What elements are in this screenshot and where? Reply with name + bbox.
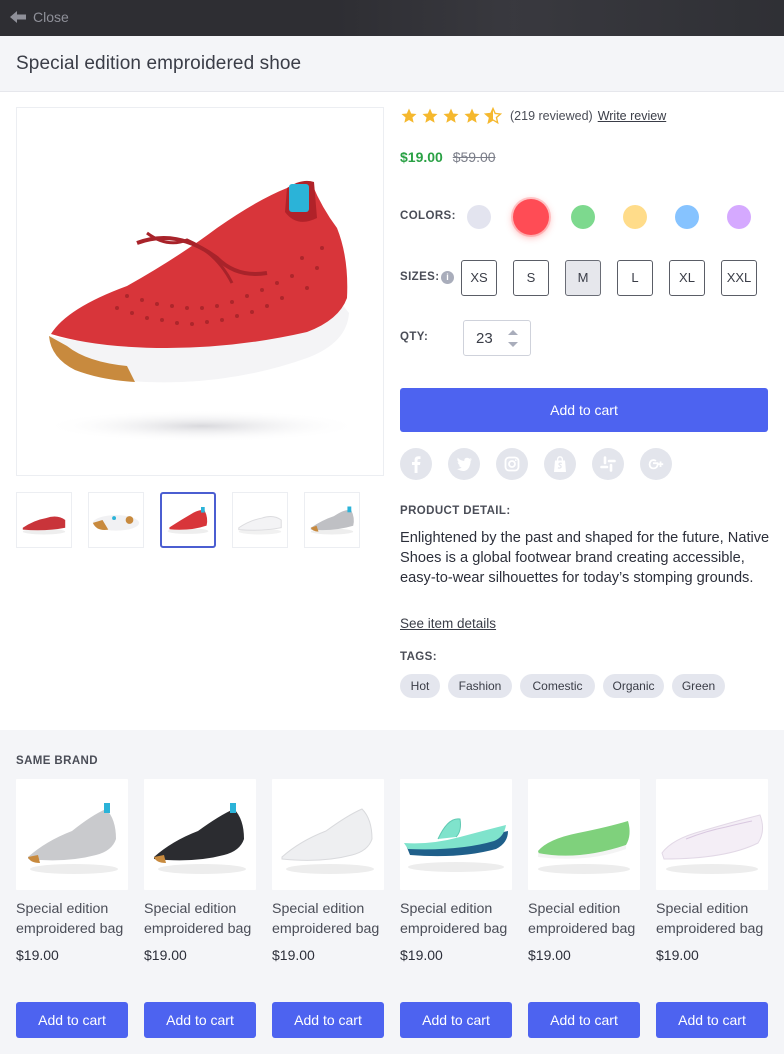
quantity-stepper[interactable]: 23 xyxy=(463,320,531,356)
color-swatch[interactable] xyxy=(623,205,647,229)
product-card-image[interactable] xyxy=(144,779,256,890)
thumbnail-red-shoe-side[interactable] xyxy=(16,492,72,548)
product-card[interactable]: Special edition emproidered bag $19.00 A… xyxy=(144,779,256,1038)
twitter-icon[interactable] xyxy=(448,448,480,480)
color-swatch[interactable] xyxy=(571,205,595,229)
product-detail-text: Enlightened by the past and shaped for t… xyxy=(400,530,770,586)
back-arrow-icon xyxy=(10,11,26,23)
google-plus-icon[interactable] xyxy=(640,448,672,480)
product-card-add-to-cart-button[interactable]: Add to cart xyxy=(400,1002,512,1038)
product-card-name[interactable]: Special edition emproidered bag xyxy=(528,899,640,939)
rating-stars xyxy=(400,107,502,125)
product-card-add-to-cart-button[interactable]: Add to cart xyxy=(144,1002,256,1038)
product-card-add-to-cart-button[interactable]: Add to cart xyxy=(272,1002,384,1038)
product-card[interactable]: Special edition emproidered bag $19.00 A… xyxy=(528,779,640,1038)
thumbnail-strip xyxy=(16,492,384,550)
product-card-name[interactable]: Special edition emproidered bag xyxy=(400,899,512,939)
product-detail-label: PRODUCT DETAIL: xyxy=(400,505,511,517)
shopify-icon[interactable] xyxy=(544,448,576,480)
star-full-icon xyxy=(401,108,417,123)
increment-arrow-icon[interactable] xyxy=(507,328,519,336)
tag-comestic[interactable]: Comestic xyxy=(520,674,595,698)
price-block: $19.00 $59.00 xyxy=(400,149,496,165)
see-item-details-link[interactable]: See item details xyxy=(400,616,496,631)
star-full-icon xyxy=(422,108,438,123)
original-price: $59.00 xyxy=(452,149,496,165)
product-card[interactable]: Special edition emproidered bag $19.00 A… xyxy=(656,779,768,1038)
size-option[interactable]: L xyxy=(617,260,653,296)
product-card-price: $19.00 xyxy=(16,947,59,963)
header-background-image xyxy=(334,0,784,36)
colors-label: COLORS: xyxy=(400,210,456,222)
thumbnail-white-shoe[interactable] xyxy=(232,492,288,548)
star-full-icon xyxy=(464,108,480,123)
product-card-name[interactable]: Special edition emproidered bag xyxy=(272,899,384,939)
product-card-name[interactable]: Special edition emproidered bag xyxy=(16,899,128,939)
product-card-name[interactable]: Special edition emproidered bag xyxy=(144,899,256,939)
product-header: Special edition emproidered shoe xyxy=(0,36,784,92)
close-label: Close xyxy=(33,9,69,25)
product-card-price: $19.00 xyxy=(400,947,443,963)
product-card-add-to-cart-button[interactable]: Add to cart xyxy=(656,1002,768,1038)
product-card-add-to-cart-button[interactable]: Add to cart xyxy=(16,1002,128,1038)
product-main-image[interactable] xyxy=(16,107,384,476)
product-title: Special edition emproidered shoe xyxy=(16,53,302,74)
size-option[interactable]: XS xyxy=(461,260,497,296)
thumbnail-white-sole[interactable] xyxy=(88,492,144,548)
product-card-image[interactable] xyxy=(16,779,128,890)
size-option-selected[interactable]: M xyxy=(565,260,601,296)
star-full-icon xyxy=(443,108,459,123)
product-card-price: $19.00 xyxy=(656,947,699,963)
rating-row: (219 reviewed) Write review xyxy=(400,106,666,126)
top-bar: Close xyxy=(0,0,784,36)
sizes-label: SIZES: xyxy=(400,271,440,283)
current-price: $19.00 xyxy=(400,149,443,165)
tag-fashion[interactable]: Fashion xyxy=(448,674,512,698)
color-swatch[interactable] xyxy=(727,205,751,229)
red-shoe-image xyxy=(42,180,362,442)
size-option[interactable]: XL xyxy=(669,260,705,296)
product-card-price: $19.00 xyxy=(144,947,187,963)
color-swatch[interactable] xyxy=(467,205,491,229)
product-card-image[interactable] xyxy=(656,779,768,890)
thumbnail-red-shoe-front[interactable] xyxy=(160,492,216,548)
review-count: (219 reviewed) xyxy=(510,109,593,123)
tag-hot[interactable]: Hot xyxy=(400,674,440,698)
product-card-image[interactable] xyxy=(272,779,384,890)
product-card-image[interactable] xyxy=(400,779,512,890)
tags-label: TAGS: xyxy=(400,651,437,663)
qty-label: QTY: xyxy=(400,331,429,343)
quantity-value[interactable]: 23 xyxy=(476,330,493,347)
color-swatch-selected[interactable] xyxy=(513,199,549,235)
size-option[interactable]: S xyxy=(513,260,549,296)
instagram-icon[interactable] xyxy=(496,448,528,480)
product-card[interactable]: Special edition emproidered bag $19.00 A… xyxy=(16,779,128,1038)
tag-green[interactable]: Green xyxy=(672,674,725,698)
decrement-arrow-icon[interactable] xyxy=(507,341,519,349)
facebook-icon[interactable] xyxy=(400,448,432,480)
product-card[interactable]: Special edition emproidered bag $19.00 A… xyxy=(272,779,384,1038)
tag-organic[interactable]: Organic xyxy=(603,674,664,698)
star-half-icon xyxy=(484,107,502,125)
close-button[interactable]: Close xyxy=(10,9,69,25)
product-card[interactable]: Special edition emproidered bag $19.00 A… xyxy=(400,779,512,1038)
same-brand-label: SAME BRAND xyxy=(16,755,98,767)
info-icon[interactable]: i xyxy=(441,271,454,284)
product-card-price: $19.00 xyxy=(528,947,571,963)
write-review-link[interactable]: Write review xyxy=(598,109,667,123)
color-swatch[interactable] xyxy=(675,205,699,229)
thumbnail-grey-shoe[interactable] xyxy=(304,492,360,548)
size-option[interactable]: XXL xyxy=(721,260,757,296)
same-brand-section: SAME BRAND Special edition emproidered b… xyxy=(0,730,784,1054)
product-card-name[interactable]: Special edition emproidered bag xyxy=(656,899,768,939)
product-card-price: $19.00 xyxy=(272,947,315,963)
product-card-image[interactable] xyxy=(528,779,640,890)
slack-icon[interactable] xyxy=(592,448,624,480)
add-to-cart-button[interactable]: Add to cart xyxy=(400,388,768,432)
product-card-add-to-cart-button[interactable]: Add to cart xyxy=(528,1002,640,1038)
